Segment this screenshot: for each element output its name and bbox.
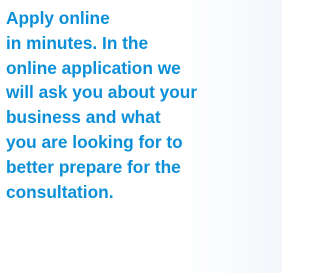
description-line-2: in minutes. In the [6, 32, 149, 53]
description-line-1: Apply online [6, 8, 110, 28]
description-line-7: better prepare for the [6, 156, 181, 177]
screenshot-canvas: Apply online in minutes. In the online a… [0, 0, 285, 273]
description-line-6: you are looking for to [6, 131, 183, 152]
description-line-8: consultation. [6, 181, 114, 202]
description-line-4: will ask you about your [6, 82, 198, 103]
right-edge-strip [282, 0, 285, 273]
description-text: Apply online in minutes. In the online a… [6, 6, 282, 204]
description-line-3: online application we [6, 57, 181, 78]
description-line-5: business and what [6, 107, 161, 128]
